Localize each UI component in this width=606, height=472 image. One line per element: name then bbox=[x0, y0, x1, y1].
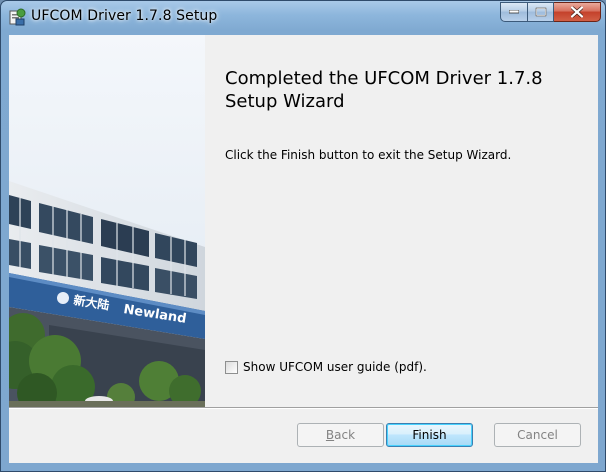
button-area-divider bbox=[9, 407, 598, 409]
back-button-label: ack bbox=[334, 428, 356, 442]
close-icon bbox=[571, 6, 583, 18]
maximize-button[interactable] bbox=[528, 2, 554, 22]
window-title: UFCOM Driver 1.7.8 Setup bbox=[31, 8, 218, 24]
cancel-button[interactable]: Cancel bbox=[494, 423, 581, 447]
show-user-guide-label[interactable]: Show UFCOM user guide (pdf). bbox=[243, 360, 427, 374]
wizard-client-area: 新大陆 Newland Completed the UFCOM Driver 1… bbox=[9, 35, 598, 463]
back-button-accelerator: B bbox=[325, 428, 335, 442]
finish-button[interactable]: Finish bbox=[386, 423, 473, 447]
show-user-guide-option[interactable]: Show UFCOM user guide (pdf). bbox=[225, 360, 427, 374]
setup-window: UFCOM Driver 1.7.8 Setup 新大陆 Newland Com… bbox=[0, 0, 606, 472]
back-button[interactable]: Back bbox=[297, 423, 384, 447]
minimize-icon bbox=[509, 10, 519, 14]
close-button[interactable] bbox=[554, 2, 601, 22]
title-bar[interactable]: UFCOM Driver 1.7.8 Setup bbox=[1, 1, 605, 35]
show-user-guide-checkbox[interactable] bbox=[225, 360, 238, 374]
minimize-button[interactable] bbox=[500, 2, 528, 22]
wizard-heading: Completed the UFCOM Driver 1.7.8 Setup W… bbox=[225, 68, 543, 112]
wizard-description: Click the Finish button to exit the Setu… bbox=[225, 148, 512, 162]
caption-buttons bbox=[500, 2, 601, 22]
installer-icon bbox=[7, 7, 27, 27]
maximize-icon bbox=[535, 7, 546, 17]
wizard-banner-image: 新大陆 Newland bbox=[9, 35, 205, 407]
